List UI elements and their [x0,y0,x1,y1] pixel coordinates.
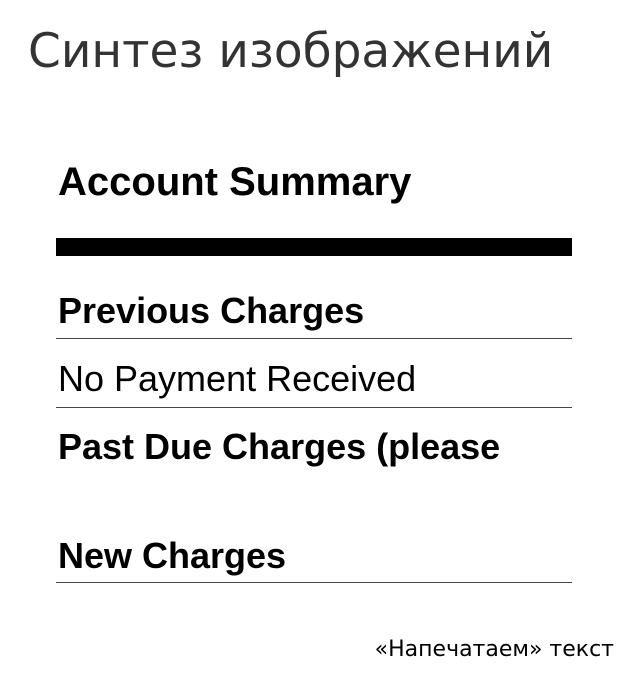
slide-caption: «Напечатаем» текст [374,637,614,662]
row-no-payment-received: No Payment Received [58,358,417,399]
thick-divider [56,238,572,256]
divider [56,407,572,408]
row-past-due-charges: Past Due Charges (please [58,426,501,467]
row-new-charges: New Charges [58,535,287,576]
row-previous-charges: Previous Charges [58,290,365,331]
slide-title: Синтез изображений [28,24,554,79]
divider [56,338,572,339]
divider [56,582,572,583]
account-summary-heading: Account Summary [58,160,412,204]
rendered-text-sample: Account Summary Previous Charges No Paym… [56,150,572,590]
